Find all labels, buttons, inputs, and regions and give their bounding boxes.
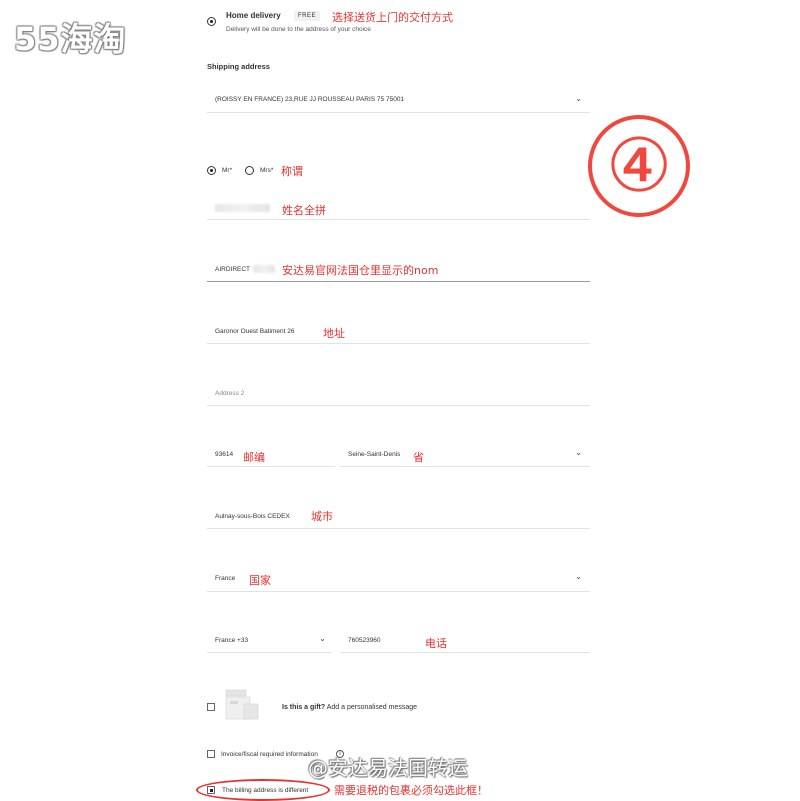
address-line2-placeholder: Address 2 [215, 390, 245, 397]
chevron-down-icon: ⌄ [575, 448, 582, 457]
first-name-annotation: 姓名全拼 [282, 204, 326, 217]
title-mr-radio[interactable] [207, 166, 216, 175]
postal-code-annotation: 邮编 [243, 451, 265, 464]
billing-annotation: 需要退税的包裹必须勾选此框！ [334, 784, 488, 797]
gift-box-image [225, 689, 259, 720]
last-name-annotation: 安达易官网法国仓里显示的nom [282, 264, 439, 277]
gift-label[interactable]: Is this a gift? Add a personalised messa… [282, 704, 417, 711]
region-value: Seine-Saint-Denis [348, 451, 401, 458]
first-name-blurred-value [215, 204, 270, 212]
address-line1-value: Garonor Ouest Batiment 26 [215, 328, 295, 335]
title-mr-label: Mr* [222, 167, 233, 174]
shipping-address-heading: Shipping address [207, 62, 270, 71]
saved-address-value: (ROISSY EN FRANCE) 23,RUE JJ ROUSSEAU PA… [215, 96, 405, 103]
country-annotation: 国家 [249, 574, 271, 587]
title-mrs-radio[interactable] [245, 166, 254, 175]
billing-different-label: The billing address is different [222, 787, 309, 794]
watermark-text: @安达易法国转运 [308, 756, 468, 780]
chevron-down-icon: ⌄ [575, 572, 582, 581]
phone-number-field[interactable]: 760523960 [340, 627, 590, 653]
home-delivery-subtitle: Delivery will be done to the address of … [226, 26, 371, 33]
phone-country-code-value: France +33 [215, 637, 249, 644]
invoice-label: Invoice/fiscal required information [221, 751, 318, 758]
address-annotation: 地址 [323, 327, 345, 340]
city-value: Aulnay-sous-Bois CEDEX [215, 513, 290, 520]
address-line2-field[interactable]: Address 2 [207, 380, 590, 406]
site-logo: 55海淘 [14, 20, 127, 58]
phone-annotation: 电话 [425, 637, 447, 650]
chevron-down-icon: ⌄ [319, 634, 326, 643]
city-field[interactable]: Aulnay-sous-Bois CEDEX [207, 503, 590, 529]
home-delivery-radio[interactable] [207, 17, 216, 26]
gift-label-bold: Is this a gift? [282, 704, 326, 711]
saved-address-select[interactable]: (ROISSY EN FRANCE) 23,RUE JJ ROUSSEAU PA… [207, 86, 590, 113]
billing-different-checkbox[interactable] [207, 786, 215, 794]
gift-checkbox[interactable] [207, 703, 215, 711]
home-delivery-title: Home delivery [226, 11, 281, 20]
address-line1-field[interactable]: Garonor Ouest Batiment 26 [207, 318, 590, 344]
chevron-down-icon: ⌄ [575, 94, 582, 103]
region-select[interactable]: Seine-Saint-Denis ⌄ [340, 441, 590, 467]
gift-label-rest: Add a personalised message [325, 704, 418, 711]
postal-code-field[interactable]: 93614 [207, 441, 335, 467]
delivery-annotation: 选择送货上门的交付方式 [332, 11, 453, 24]
country-value: France [215, 575, 236, 582]
last-name-value: AIRDIRECT [215, 266, 251, 273]
region-annotation: 省 [413, 451, 424, 464]
title-mrs-label: Mrs* [260, 167, 274, 174]
title-annotation: 称谓 [281, 165, 303, 178]
phone-country-code-select[interactable]: France +33 ⌄ [207, 627, 332, 653]
postal-code-value: 93614 [215, 451, 234, 458]
phone-number-value: 760523960 [348, 637, 381, 644]
first-name-field[interactable] [207, 195, 590, 220]
step-four-marker: ④ [588, 115, 690, 217]
invoice-checkbox[interactable] [207, 750, 215, 758]
city-annotation: 城市 [311, 510, 333, 523]
last-name-blurred-part [253, 265, 275, 273]
free-badge: FREE [294, 11, 321, 21]
